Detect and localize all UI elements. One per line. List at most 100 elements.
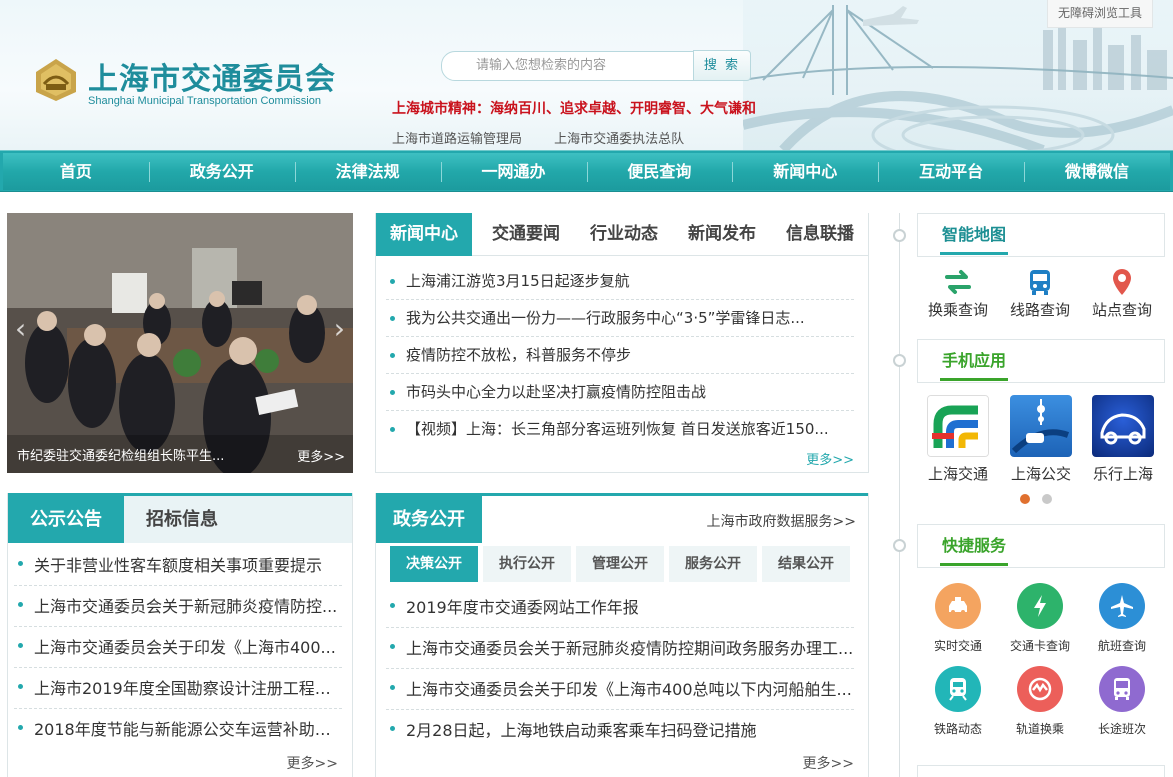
coach-icon bbox=[1114, 678, 1130, 700]
list-item[interactable]: 我为公共交通出一份力——行政服务中心“3·5”学雷锋日志... bbox=[386, 300, 854, 337]
train-icon bbox=[949, 678, 967, 701]
list-item[interactable]: 关于非营业性客车额度相关事项重要提示 bbox=[14, 545, 342, 586]
subtab-result[interactable]: 结果公开 bbox=[762, 546, 850, 582]
list-item[interactable]: 上海市交通委员会关于新冠肺炎疫情防控... bbox=[14, 586, 342, 627]
nav-home[interactable]: 首页 bbox=[3, 153, 149, 190]
news-list: 上海浦江游览3月15日起逐步复航 我为公共交通出一份力——行政服务中心“3·5”… bbox=[386, 263, 854, 448]
metro-transfer-button[interactable]: 轨道换乘 bbox=[998, 666, 1082, 737]
shanghai-bus-app-icon bbox=[1011, 399, 1070, 454]
notice-panel: 公示公告 招标信息 关于非营业性客车额度相关事项重要提示 上海市交通委员会关于新… bbox=[7, 493, 353, 777]
notice-more-link[interactable]: 更多>> bbox=[287, 753, 338, 773]
list-item[interactable]: 【视频】上海：长三角部分客运班列恢复 首日发送旅客近150... bbox=[386, 411, 854, 448]
photo-more-link[interactable]: 更多>> bbox=[297, 446, 345, 465]
tab-notices[interactable]: 公示公告 bbox=[8, 496, 124, 543]
app-shanghai-bus[interactable]: 上海公交 bbox=[1004, 395, 1078, 484]
tab-traffic-news[interactable]: 交通要闻 bbox=[478, 213, 574, 256]
list-item[interactable]: 2月28日起，上海地铁启动乘客乘车扫码登记措施 bbox=[386, 710, 854, 751]
taxi-icon bbox=[949, 597, 967, 614]
gov-subtabs: 决策公开 执行公开 管理公开 服务公开 结果公开 bbox=[390, 546, 850, 582]
flight-query-button[interactable]: 航班查询 bbox=[1080, 583, 1164, 654]
gov-affairs-panel: 政务公开 上海市政府数据服务>> 决策公开 执行公开 管理公开 服务公开 结果公… bbox=[375, 493, 869, 777]
photo-caption[interactable]: 市纪委驻交通委纪检组组长陈平生... bbox=[17, 445, 224, 464]
list-item[interactable]: 市码头中心全力以赴坚决打赢疫情防控阻击战 bbox=[386, 374, 854, 411]
lexing-shanghai-app-icon bbox=[1100, 413, 1146, 445]
list-item[interactable]: 上海市2019年度全国勘察设计注册工程师... bbox=[14, 668, 342, 709]
road-transport-bureau-link[interactable]: 上海市道路运输管理局 bbox=[392, 132, 522, 147]
transfer-query-button[interactable]: 换乘查询 bbox=[918, 265, 998, 320]
nav-laws[interactable]: 法律法规 bbox=[294, 153, 441, 190]
commission-emblem-logo bbox=[36, 59, 76, 101]
list-item[interactable]: 2019年度市交通委网站工作年报 bbox=[386, 587, 854, 628]
gov-data-service-link[interactable]: 上海市政府数据服务>> bbox=[707, 511, 856, 531]
qs-label: 实时交通 bbox=[933, 639, 982, 653]
search-button[interactable]: 搜 索 bbox=[693, 50, 751, 81]
search-input[interactable]: 请输入您想检索的内容 bbox=[441, 51, 694, 81]
carousel-next-icon[interactable]: › bbox=[334, 315, 345, 343]
tab-press-release[interactable]: 新闻发布 bbox=[674, 213, 770, 256]
tab-tender-info[interactable]: 招标信息 bbox=[124, 496, 240, 543]
tab-news-center[interactable]: 新闻中心 bbox=[376, 213, 472, 256]
mobile-apps-header: 手机应用 bbox=[917, 339, 1165, 383]
nav-public-query[interactable]: 便民查询 bbox=[586, 153, 733, 190]
location-pin-icon bbox=[1113, 269, 1131, 295]
enforcement-corps-link[interactable]: 上海市交通委执法总队 bbox=[554, 132, 684, 147]
header-sublinks: 上海市道路运输管理局 上海市交通委执法总队 bbox=[392, 128, 712, 147]
nav-news-center[interactable]: 新闻中心 bbox=[732, 153, 878, 190]
list-item[interactable]: 上海市交通委员会关于印发《上海市400总吨以下内河船舶生... bbox=[386, 669, 854, 710]
stop-query-button[interactable]: 站点查询 bbox=[1082, 265, 1162, 320]
nav-weibo-wechat[interactable]: 微博微信 bbox=[1024, 153, 1170, 190]
transfer-icon bbox=[945, 270, 971, 294]
app-label: 上海交通 bbox=[927, 465, 988, 483]
subtab-decision[interactable]: 决策公开 bbox=[390, 546, 478, 582]
timeline-dot bbox=[893, 229, 906, 242]
timeline-dot bbox=[893, 539, 906, 552]
transfer-query-label: 换乘查询 bbox=[927, 301, 988, 319]
list-item[interactable]: 上海浦江游览3月15日起逐步复航 bbox=[386, 263, 854, 300]
qs-label: 航班查询 bbox=[1097, 639, 1146, 653]
carousel-page-dot-active[interactable] bbox=[1020, 494, 1030, 504]
mobile-apps-title: 手机应用 bbox=[940, 340, 1009, 381]
list-item[interactable]: 上海市交通委员会关于新冠肺炎疫情防控期间政务服务办理工... bbox=[386, 628, 854, 669]
tab-info-broadcast[interactable]: 信息联播 bbox=[772, 213, 868, 256]
tab-industry-news[interactable]: 行业动态 bbox=[576, 213, 672, 256]
news-panel: 新闻中心 交通要闻 行业动态 新闻发布 信息联播 上海浦江游览3月15日起逐步复… bbox=[375, 213, 869, 473]
list-item[interactable]: 疫情防控不放松，科普服务不停步 bbox=[386, 337, 854, 374]
site-title[interactable]: 上海市交通委员会 bbox=[88, 54, 336, 98]
nav-interaction[interactable]: 互动平台 bbox=[878, 153, 1024, 190]
gov-more-link[interactable]: 更多>> bbox=[803, 753, 854, 773]
quick-services-title: 快捷服务 bbox=[940, 525, 1009, 566]
qs-label: 长途班次 bbox=[1097, 722, 1146, 736]
qs-label: 交通卡查询 bbox=[1009, 639, 1070, 653]
gov-affairs-title[interactable]: 政务公开 bbox=[376, 496, 482, 543]
nav-one-stop-service[interactable]: 一网通办 bbox=[440, 153, 587, 190]
subtab-execution[interactable]: 执行公开 bbox=[483, 546, 571, 582]
next-section-header-edge bbox=[917, 765, 1165, 777]
accessibility-tools-button[interactable]: 无障碍浏览工具 bbox=[1047, 0, 1153, 28]
carousel-page-dot[interactable] bbox=[1042, 494, 1052, 504]
notice-list: 关于非营业性客车额度相关事项重要提示 上海市交通委员会关于新冠肺炎疫情防控...… bbox=[14, 545, 342, 750]
lightning-icon bbox=[1034, 595, 1046, 617]
carousel-prev-icon[interactable]: ‹ bbox=[15, 315, 26, 343]
shanghai-transport-app-icon bbox=[928, 396, 988, 456]
traffic-card-query-button[interactable]: 交通卡查询 bbox=[998, 583, 1082, 654]
site-title-english: Shanghai Municipal Transportation Commis… bbox=[88, 95, 321, 107]
airplane-icon bbox=[1111, 595, 1133, 617]
route-query-button[interactable]: 线路查询 bbox=[1000, 265, 1080, 320]
list-item[interactable]: 上海市交通委员会关于印发《上海市400... bbox=[14, 627, 342, 668]
metro-icon bbox=[1028, 677, 1052, 701]
app-lexing-shanghai[interactable]: 乐行上海 bbox=[1086, 395, 1160, 484]
news-photo-carousel[interactable]: ‹ › 市纪委驻交通委纪检组组长陈平生... 更多>> bbox=[7, 213, 353, 473]
meeting-photo bbox=[7, 213, 353, 473]
list-item[interactable]: 2018年度节能与新能源公交车运营补助资... bbox=[14, 709, 342, 750]
sidebar-timeline bbox=[899, 213, 900, 777]
railway-status-button[interactable]: 铁路动态 bbox=[916, 666, 1000, 737]
news-more-link[interactable]: 更多>> bbox=[806, 449, 854, 468]
subtab-management[interactable]: 管理公开 bbox=[576, 546, 664, 582]
app-shanghai-transport[interactable]: 上海交通 bbox=[921, 395, 995, 484]
subtab-service[interactable]: 服务公开 bbox=[669, 546, 757, 582]
route-query-label: 线路查询 bbox=[1009, 301, 1070, 319]
nav-gov-affairs[interactable]: 政务公开 bbox=[148, 153, 295, 190]
gov-list: 2019年度市交通委网站工作年报 上海市交通委员会关于新冠肺炎疫情防控期间政务服… bbox=[386, 587, 854, 751]
realtime-traffic-button[interactable]: 实时交通 bbox=[916, 583, 1000, 654]
coach-schedule-button[interactable]: 长途班次 bbox=[1080, 666, 1164, 737]
